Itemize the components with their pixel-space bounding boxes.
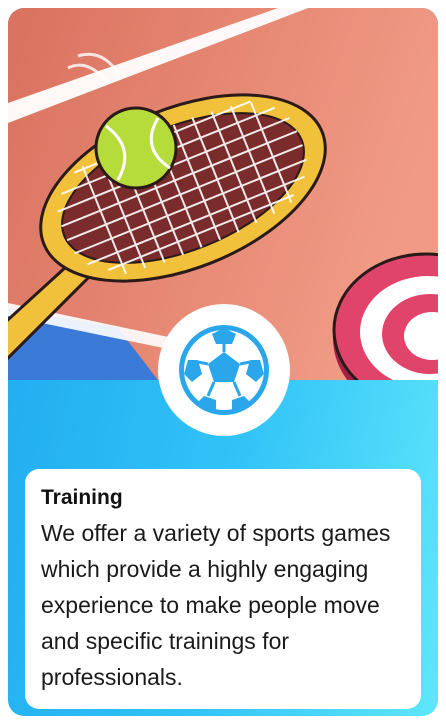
training-card[interactable]: Training We offer a variety of sports ga…: [8, 8, 438, 716]
sport-badge: [158, 304, 290, 436]
card-title: Training: [41, 486, 123, 509]
card-description: We offer a variety of sports games which…: [41, 520, 391, 690]
soccer-ball-icon: [179, 325, 269, 415]
info-panel: Training We offer a variety of sports ga…: [25, 469, 421, 709]
